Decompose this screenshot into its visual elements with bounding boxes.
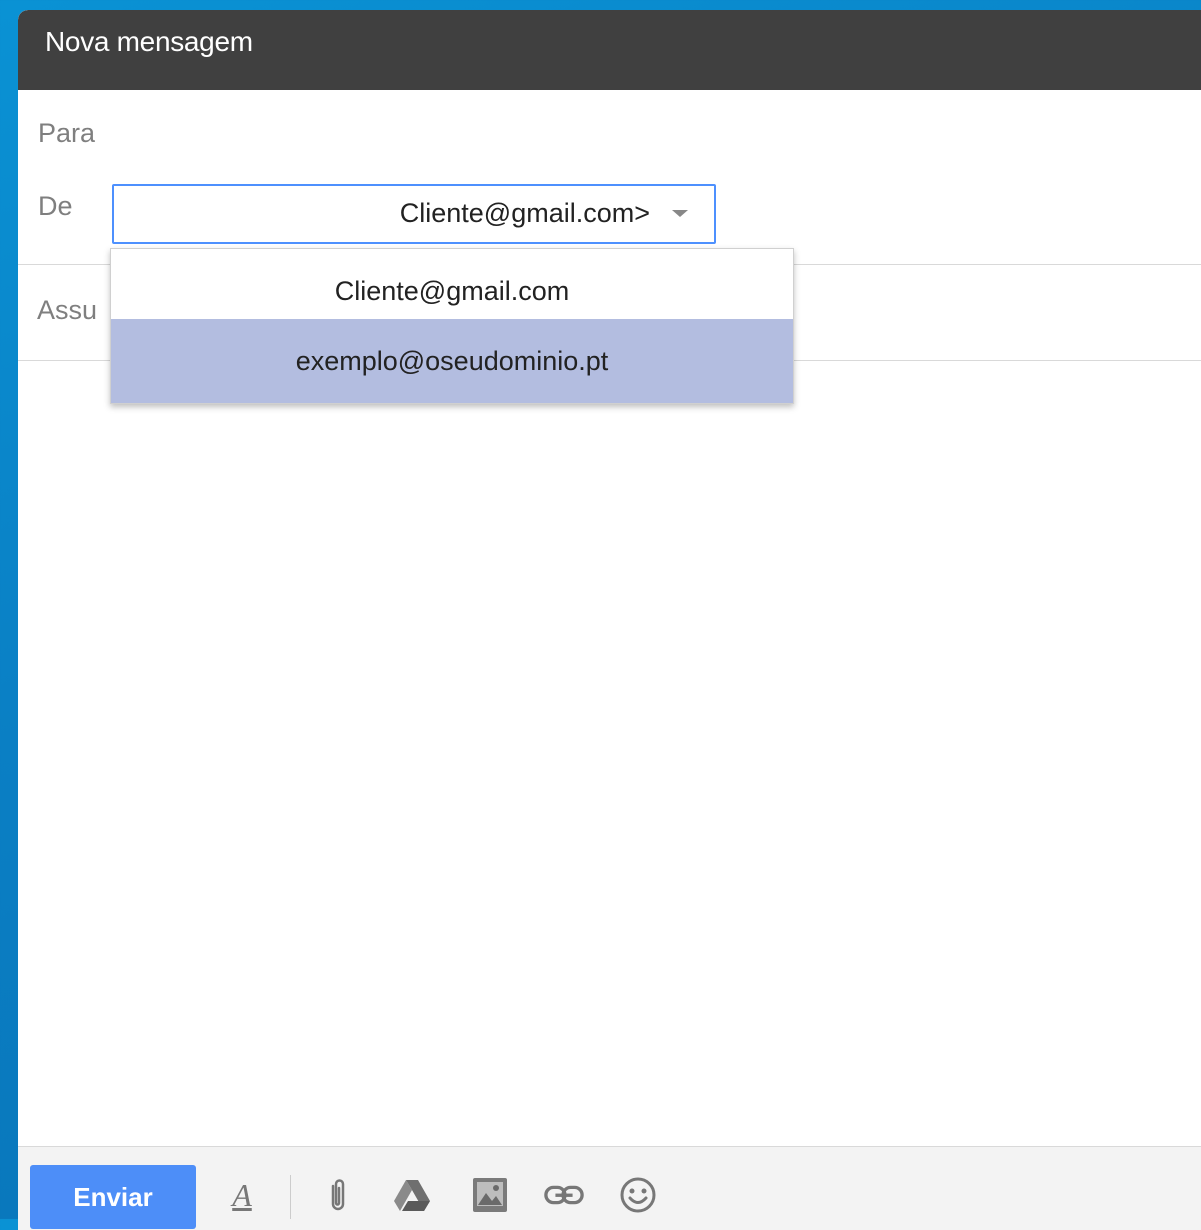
compose-window: Nova mensagem Para De Cliente@gmail.com>…: [18, 10, 1201, 1230]
format-text-icon[interactable]: A: [222, 1175, 262, 1215]
drive-icon[interactable]: [392, 1175, 432, 1215]
format-text-glyph: A: [232, 1176, 252, 1213]
chevron-down-icon: [672, 210, 688, 217]
from-option-gmail[interactable]: Cliente@gmail.com: [111, 257, 793, 325]
insert-photo-icon[interactable]: [470, 1175, 510, 1215]
to-field[interactable]: Para: [38, 118, 95, 149]
subject-field[interactable]: Assu: [37, 295, 97, 326]
toolbar-separator: [290, 1175, 291, 1219]
emoji-icon[interactable]: [618, 1175, 658, 1215]
from-label: De: [38, 191, 73, 221]
compose-title-bar[interactable]: Nova mensagem: [18, 10, 1201, 90]
from-select-value: Cliente@gmail.com>: [399, 198, 650, 228]
compose-title: Nova mensagem: [45, 26, 253, 57]
message-body[interactable]: [18, 362, 1201, 1140]
compose-toolbar: Enviar A: [18, 1146, 1201, 1230]
insert-link-icon[interactable]: [544, 1175, 584, 1215]
from-select[interactable]: Cliente@gmail.com>: [112, 184, 716, 244]
send-button[interactable]: Enviar: [30, 1165, 196, 1229]
attach-icon[interactable]: [318, 1175, 358, 1215]
